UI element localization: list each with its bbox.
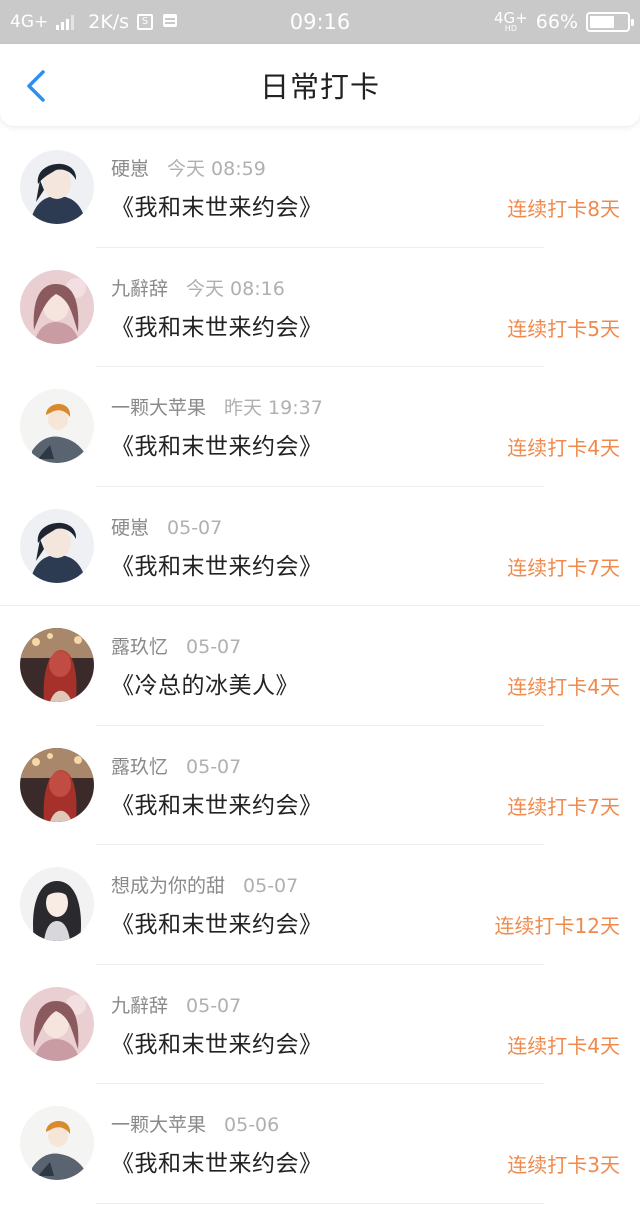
- network-type-right: 4G+ HD: [494, 11, 528, 33]
- item-meta: 一颗大苹果 05-06: [111, 1110, 279, 1137]
- network-speed: 2K/s: [88, 11, 130, 33]
- checkin-item[interactable]: 九辭辞 05-07 《我和末世来约会》 连续打卡4天: [0, 965, 640, 1084]
- checkin-item[interactable]: 一颗大苹果 05-06 《我和末世来约会》 连续打卡3天: [0, 1084, 640, 1204]
- checkin-item[interactable]: 一颗大苹果 昨天 19:37 《我和末世来约会》 连续打卡4天: [0, 367, 640, 487]
- streak-label: 连续打卡8天: [507, 197, 620, 221]
- checkin-time: 05-07: [186, 755, 242, 778]
- streak-label: 连续打卡4天: [507, 436, 620, 460]
- username[interactable]: 九辭辞: [111, 995, 168, 1017]
- notification-icon: S: [137, 14, 154, 30]
- book-title[interactable]: 《我和末世来约会》: [111, 1025, 323, 1059]
- item-meta: 露玖忆 05-07: [111, 752, 241, 779]
- checkin-time: 05-07: [243, 875, 299, 897]
- item-meta: 露玖忆 05-07: [111, 632, 241, 659]
- book-title[interactable]: 《我和末世来约会》: [111, 188, 323, 222]
- username[interactable]: 一颗大苹果: [111, 397, 206, 419]
- username[interactable]: 硬崽: [111, 158, 149, 180]
- divider: [96, 1202, 544, 1204]
- checkin-item[interactable]: 露玖忆 05-07 《冷总的冰美人》 连续打卡4天: [0, 606, 640, 726]
- avatar-image: [20, 150, 94, 224]
- book-title[interactable]: 《冷总的冰美人》: [111, 666, 299, 700]
- header-bar: 日常打卡: [0, 44, 640, 126]
- avatar[interactable]: [20, 628, 94, 702]
- username[interactable]: 一颗大苹果: [111, 1114, 206, 1136]
- streak-label: 连续打卡3天: [507, 1153, 620, 1177]
- checkin-item[interactable]: 露玖忆 05-07 《我和末世来约会》 连续打卡7天: [0, 726, 640, 845]
- battery-fill: [590, 16, 614, 28]
- avatar[interactable]: [20, 986, 94, 1061]
- avatar-image: [20, 389, 94, 463]
- avatar-image: [20, 1106, 94, 1180]
- avatar[interactable]: [20, 867, 94, 941]
- checkin-time: 05-07: [186, 636, 242, 658]
- username[interactable]: 九辭辞: [111, 278, 168, 300]
- streak-label: 连续打卡4天: [507, 1033, 620, 1058]
- item-meta: 想成为你的甜 05-07: [111, 871, 298, 898]
- checkin-time: 05-07: [167, 516, 223, 539]
- page-title: 日常打卡: [259, 70, 380, 104]
- back-button[interactable]: [18, 66, 54, 106]
- calendar-icon: [161, 11, 179, 34]
- avatar[interactable]: [20, 269, 94, 344]
- book-title[interactable]: 《我和末世来约会》: [111, 308, 323, 342]
- item-meta: 九辭辞 05-07: [111, 991, 241, 1018]
- book-title[interactable]: 《我和末世来约会》: [111, 1144, 323, 1178]
- book-title[interactable]: 《我和末世来约会》: [111, 547, 323, 581]
- avatar-image: [20, 747, 94, 822]
- signal-icon: [56, 14, 75, 30]
- avatar[interactable]: [20, 389, 94, 463]
- checkin-item[interactable]: 硬崽 今天 08:59 《我和末世来约会》 连续打卡8天: [0, 128, 640, 248]
- streak-label: 连续打卡7天: [507, 555, 620, 580]
- battery-icon: [586, 12, 634, 32]
- item-meta: 九辭辞 今天 08:16: [111, 274, 285, 301]
- avatar-image: [20, 269, 94, 344]
- book-title[interactable]: 《我和末世来约会》: [111, 427, 323, 461]
- checkin-list: 硬崽 今天 08:59 《我和末世来约会》 连续打卡8天 九辭辞 今天 08:16 《我和末…: [0, 128, 640, 1204]
- battery-percent: 66%: [535, 11, 578, 33]
- checkin-item[interactable]: 想成为你的甜 05-07 《我和末世来约会》 连续打卡12天: [0, 845, 640, 965]
- avatar[interactable]: [20, 150, 94, 224]
- avatar-image: [20, 986, 94, 1061]
- checkin-item[interactable]: 硬崽 05-07 《我和末世来约会》 连续打卡7天: [0, 487, 640, 606]
- avatar-image: [20, 867, 94, 941]
- item-meta: 硬崽 今天 08:59: [111, 154, 266, 181]
- checkin-time: 昨天 19:37: [224, 397, 323, 419]
- streak-label: 连续打卡12天: [494, 914, 620, 938]
- item-meta: 硬崽 05-07: [111, 513, 222, 540]
- network-type: 4G+: [10, 12, 49, 32]
- avatar[interactable]: [20, 747, 94, 822]
- avatar[interactable]: [20, 1106, 94, 1180]
- book-title[interactable]: 《我和末世来约会》: [111, 786, 323, 820]
- checkin-time: 今天 08:59: [167, 158, 266, 180]
- checkin-item[interactable]: 九辭辞 今天 08:16 《我和末世来约会》 连续打卡5天: [0, 248, 640, 367]
- streak-label: 连续打卡7天: [507, 794, 620, 819]
- username[interactable]: 露玖忆: [111, 636, 168, 658]
- item-meta: 一颗大苹果 昨天 19:37: [111, 393, 323, 420]
- avatar-image: [20, 628, 94, 702]
- book-title[interactable]: 《我和末世来约会》: [111, 905, 323, 939]
- username[interactable]: 硬崽: [111, 517, 149, 539]
- chevron-left-icon: [27, 70, 45, 102]
- username[interactable]: 想成为你的甜: [111, 875, 225, 897]
- avatar[interactable]: [20, 508, 94, 583]
- streak-label: 连续打卡4天: [507, 675, 620, 699]
- username[interactable]: 露玖忆: [111, 756, 168, 778]
- checkin-time: 05-06: [224, 1114, 280, 1136]
- avatar-image: [20, 508, 94, 583]
- streak-label: 连续打卡5天: [507, 316, 620, 341]
- checkin-time: 05-07: [186, 994, 242, 1017]
- checkin-time: 今天 08:16: [186, 277, 285, 300]
- status-bar: 4G+ 2K/s S 09:16 4G+ HD 66%: [0, 0, 640, 44]
